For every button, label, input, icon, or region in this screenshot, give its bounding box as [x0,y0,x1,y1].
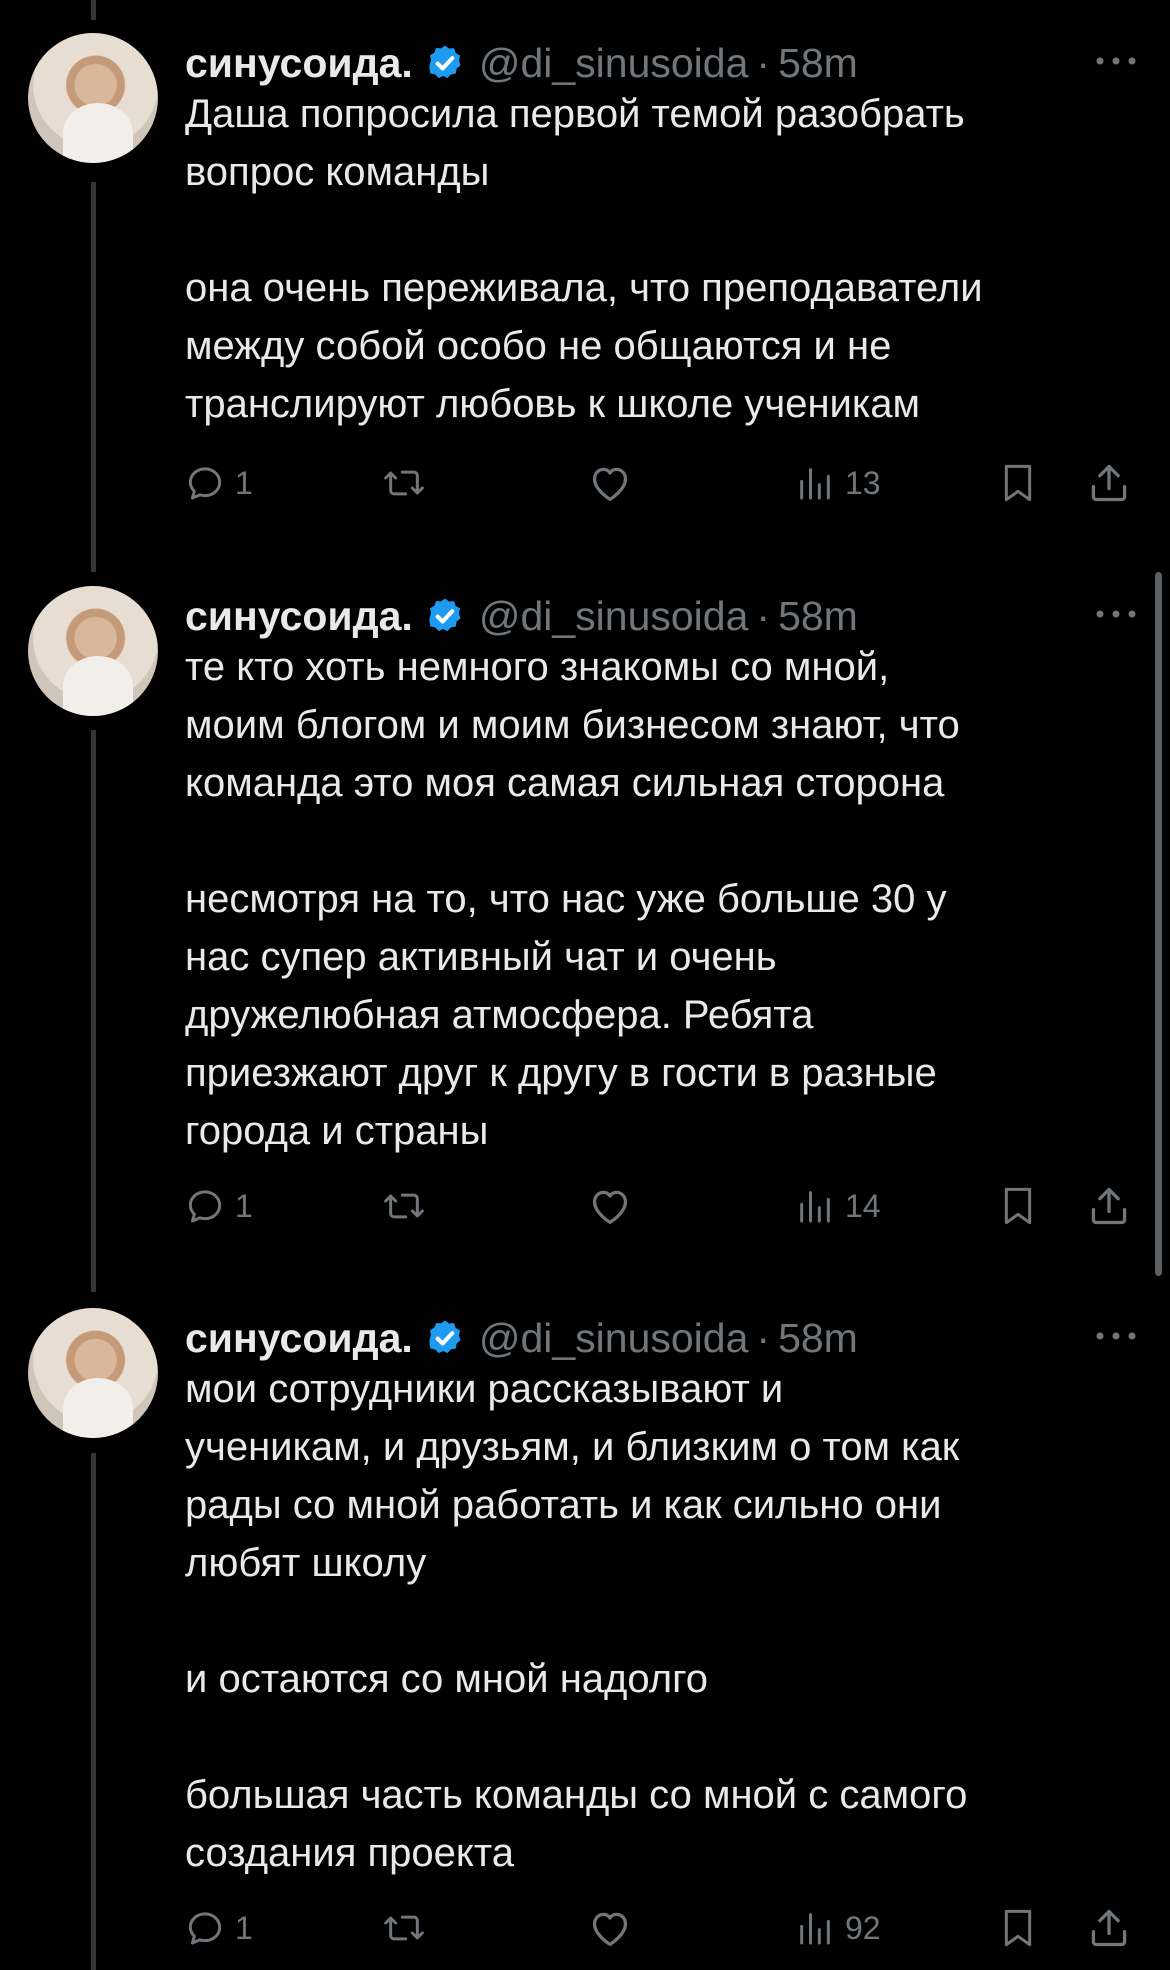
avatar[interactable] [28,586,158,716]
more-options-icon[interactable] [1092,1326,1140,1346]
verified-badge-icon [429,1320,461,1354]
like-button[interactable] [588,1176,632,1236]
heart-icon [592,1190,628,1224]
tweet[interactable]: синусоида. @di_sinusoida · 58m мои сотру… [0,1308,1170,1968]
scrollbar[interactable] [1155,572,1162,1276]
share-button[interactable] [1087,1898,1131,1958]
tweet-actions: 1 13 [185,453,1145,513]
tweet-paragraph: большая часть команды со мной с самого с… [185,1773,968,1875]
bookmark-icon [1004,1909,1032,1947]
user-handle[interactable]: @di_sinusoida [479,593,749,640]
reply-icon [188,467,222,500]
analytics-icon [800,468,830,500]
reply-count: 1 [235,1909,253,1946]
bookmark-icon [1004,1187,1032,1225]
views-button[interactable]: 13 [795,453,881,513]
timestamp[interactable]: 58m [778,593,858,640]
retweet-icon [384,1915,424,1941]
separator-dot: · [756,39,771,86]
share-button[interactable] [1087,453,1131,513]
bookmark-button[interactable] [998,453,1038,513]
user-handle[interactable]: @di_sinusoida [479,1315,749,1362]
avatar[interactable] [28,33,158,163]
share-icon [1091,1909,1127,1947]
tweet-paragraph: Даша попросила первой темой разобрать во… [185,92,965,194]
views-button[interactable]: 14 [795,1176,881,1236]
tweet-text: мои сотрудники рассказывают и ученикам, … [185,1360,1125,1882]
display-name[interactable]: синусоида. [185,1315,413,1362]
tweet-header: синусоида. @di_sinusoida · 58m [185,33,858,93]
thread-line [91,0,96,20]
user-handle[interactable]: @di_sinusoida [479,40,749,87]
separator-dot: · [756,592,771,639]
bookmark-icon [1004,464,1032,502]
display-name[interactable]: синусоида. [185,40,413,87]
separator-dot: · [756,1314,771,1361]
tweet-text: Даша попросила первой темой разобрать во… [185,85,1125,433]
more-options-icon[interactable] [1092,51,1140,71]
reply-count: 1 [235,1187,253,1224]
tweet-paragraph: мои сотрудники рассказывают и ученикам, … [185,1367,960,1585]
tweet-paragraph: она очень переживала, что преподаватели … [185,266,983,426]
verified-badge-icon [429,598,461,632]
retweet-button[interactable] [382,453,426,513]
tweet-header: синусоида. @di_sinusoida · 58m [185,1308,858,1368]
tweet-actions: 1 14 [185,1176,1145,1236]
share-button[interactable] [1087,1176,1131,1236]
views-button[interactable]: 92 [795,1898,881,1958]
timestamp[interactable]: 58m [778,40,858,87]
share-icon [1091,1187,1127,1225]
bookmark-button[interactable] [998,1898,1038,1958]
tweet[interactable]: синусоида. @di_sinusoida · 58m те кто хо… [0,586,1170,1246]
analytics-icon [800,1913,830,1945]
retweet-icon [384,470,424,496]
reply-icon [188,1912,222,1945]
reply-button[interactable]: 1 [185,453,253,513]
heart-icon [592,1912,628,1946]
more-options-icon[interactable] [1092,604,1140,624]
avatar[interactable] [28,1308,158,1438]
display-name[interactable]: синусоида. [185,593,413,640]
verified-badge-icon [429,45,461,79]
tweet-paragraph: и остаются со мной надолго [185,1657,709,1701]
reply-count: 1 [235,464,253,501]
retweet-button[interactable] [382,1898,426,1958]
tweet-text: те кто хоть немного знакомы со мной, мои… [185,638,1125,1160]
view-count: 92 [845,1909,881,1946]
like-button[interactable] [588,453,632,513]
share-icon [1091,464,1127,502]
view-count: 13 [845,464,881,501]
retweet-icon [384,1193,424,1219]
tweet-paragraph: те кто хоть немного знакомы со мной, мои… [185,645,960,805]
reply-icon [188,1190,222,1223]
reply-button[interactable]: 1 [185,1898,253,1958]
bookmark-button[interactable] [998,1176,1038,1236]
heart-icon [592,467,628,501]
tweet-paragraph: несмотря на то, что нас уже больше 30 у … [185,877,947,1153]
retweet-button[interactable] [382,1176,426,1236]
tweet-header: синусоида. @di_sinusoida · 58m [185,586,858,646]
view-count: 14 [845,1187,881,1224]
tweet-actions: 1 92 [185,1898,1145,1958]
timestamp[interactable]: 58m [778,1315,858,1362]
like-button[interactable] [588,1898,632,1958]
analytics-icon [800,1191,830,1223]
tweet[interactable]: синусоида. @di_sinusoida · 58m Даша попр… [0,33,1170,513]
reply-button[interactable]: 1 [185,1176,253,1236]
